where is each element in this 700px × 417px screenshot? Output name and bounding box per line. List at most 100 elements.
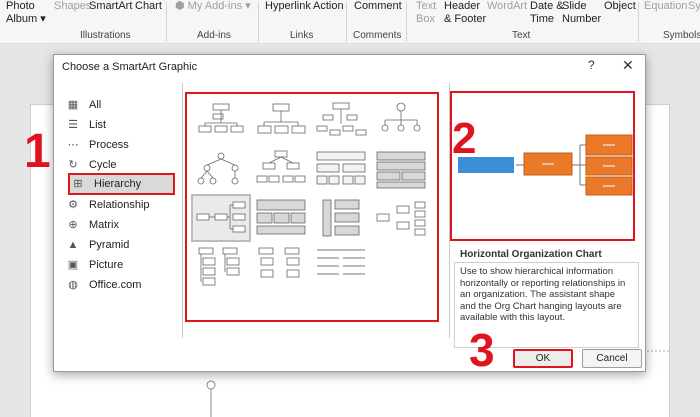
cancel-button[interactable]: Cancel: [582, 349, 642, 368]
ribbon-separator: [166, 2, 167, 42]
category-label: All: [89, 99, 102, 111]
header-footer-button[interactable]: Header & Footer: [444, 0, 486, 26]
layout-hierarchy-list[interactable]: [193, 244, 249, 288]
category-process[interactable]: ⋯ Process: [65, 135, 175, 155]
group-symbols: Symbols: [663, 30, 700, 41]
category-picture[interactable]: ▣ Picture: [65, 255, 175, 275]
label: Chart: [135, 0, 162, 12]
layout-horizontal-hierarchy[interactable]: [373, 196, 429, 240]
process-icon: ⋯: [67, 139, 79, 151]
layout-vertical-hierarchy[interactable]: [313, 196, 369, 240]
layout-table-list[interactable]: [253, 196, 309, 240]
dialog-title: Choose a SmartArt Graphic: [62, 61, 198, 73]
category-hierarchy[interactable]: ⊞ Hierarchy: [68, 173, 175, 195]
category-label: Hierarchy: [94, 178, 142, 190]
symbol-button[interactable]: Sy: [688, 0, 700, 13]
circle-hierarchy-thumbnail: [381, 102, 421, 132]
list-icon: ☰: [68, 119, 78, 131]
layout-organization-chart[interactable]: [193, 100, 249, 144]
category-label: Relationship: [89, 199, 150, 211]
layout-labeled-hierarchy[interactable]: [253, 148, 309, 192]
comment-button[interactable]: Comment: [354, 0, 402, 13]
layout-horizontal-org-chart[interactable]: [191, 194, 251, 242]
layout-gallery: [185, 92, 439, 322]
matrix-icon: ⊕: [68, 219, 78, 231]
ok-button[interactable]: OK: [513, 349, 573, 368]
label: Object: [604, 0, 636, 12]
layout-hierarchy[interactable]: [193, 148, 249, 192]
group-links: Links: [290, 30, 314, 41]
all-icon: ▦: [67, 99, 79, 111]
chart-button[interactable]: Chart: [135, 0, 162, 13]
ribbon-separator: [406, 2, 407, 42]
hierarchy-icon: ⊞: [73, 178, 83, 190]
label: Date & Time: [530, 0, 564, 25]
category-label: Picture: [89, 259, 124, 271]
layout-lined-list[interactable]: [253, 244, 309, 288]
shapes-button[interactable]: Shapes: [54, 0, 91, 13]
object-button[interactable]: Object: [604, 0, 636, 13]
group-text: Text: [512, 30, 531, 41]
help-icon[interactable]: ?: [588, 58, 595, 72]
category-list-item[interactable]: ☰ List: [65, 115, 175, 135]
step-3-marker: 3: [469, 324, 495, 376]
my-addins-button[interactable]: ⬢ My Add-ins ▾: [175, 0, 251, 13]
label: Header & Footer: [444, 0, 487, 25]
hierarchy-list-thumbnail: [198, 247, 240, 286]
text-box-button[interactable]: Text Box: [416, 0, 436, 26]
category-relationship[interactable]: ⚙ Relationship: [65, 195, 175, 215]
group-illustrations: Illustrations: [80, 30, 131, 41]
group-addins: Add-ins: [197, 30, 231, 41]
close-icon[interactable]: ✕: [622, 57, 634, 74]
smartart-dialog: Choose a SmartArt Graphic ? ✕ ▦ All ☰ List…: [53, 54, 646, 372]
category-label: Process: [89, 139, 129, 151]
table-hierarchy-thumbnail: [316, 151, 366, 185]
category-list: ▦ All ☰ List ⋯ Process ↻ Cycle ⊞ Hierarchy ⚙ R…: [65, 93, 190, 333]
vertical-hierarchy-thumbnail: [322, 199, 360, 237]
category-all[interactable]: ▦ All: [65, 95, 175, 115]
label: My Add-ins ▾: [187, 0, 251, 12]
date-time-button[interactable]: Date & Time: [530, 0, 564, 26]
label: Comment: [354, 0, 402, 12]
preview-pane: Horizontal Organization Chart Use to sho…: [449, 83, 641, 348]
pyramid-icon: ▲: [67, 239, 79, 251]
layout-table-hierarchy[interactable]: [313, 148, 369, 192]
addins-icon: ⬢: [175, 0, 188, 12]
smartart-button[interactable]: SmartArt: [89, 0, 132, 13]
ribbon-separator: [346, 2, 347, 42]
divider: [182, 83, 183, 338]
label: Photo Album ▾: [6, 0, 46, 25]
layout-half-circle-org-chart[interactable]: [313, 100, 369, 144]
org-chart-thumbnail: [198, 103, 244, 133]
category-label: List: [89, 119, 107, 131]
label: Shapes: [54, 0, 92, 12]
layout-circle-picture-hierarchy[interactable]: [373, 100, 429, 144]
category-label: Matrix: [89, 219, 119, 231]
layout-architecture-layout[interactable]: [373, 148, 429, 192]
label: Sy: [688, 0, 700, 12]
layout-list-hierarchy[interactable]: [313, 244, 369, 288]
equation-button[interactable]: Equation: [644, 0, 687, 13]
photo-album-button[interactable]: Photo Album ▾: [6, 0, 46, 26]
half-circle-org-thumbnail: [316, 102, 367, 136]
category-pyramid[interactable]: ▲ Pyramid: [65, 235, 175, 255]
category-matrix[interactable]: ⊕ Matrix: [65, 215, 175, 235]
layout-preview: [450, 91, 635, 241]
layout-name: Horizontal Organization Chart: [460, 249, 602, 260]
group-comments: Comments: [353, 30, 402, 41]
architecture-thumbnail: [376, 151, 426, 189]
category-office-com[interactable]: ◍ Office.com: [65, 275, 175, 295]
layout-name-title-org-chart[interactable]: [253, 100, 309, 144]
cycle-icon: ↻: [68, 159, 78, 171]
action-button[interactable]: Action: [313, 0, 344, 13]
ribbon-separator: [638, 2, 639, 42]
lined-list-thumbnail: [258, 247, 300, 278]
slide-number-button[interactable]: Slide Number: [562, 0, 601, 26]
label: Action: [313, 0, 344, 12]
globe-icon: ◍: [68, 279, 78, 291]
hyperlink-button[interactable]: Hyperlink: [265, 0, 311, 13]
category-label: Office.com: [89, 279, 142, 291]
wordart-button[interactable]: WordArt: [487, 0, 527, 13]
category-cycle[interactable]: ↻ Cycle: [65, 155, 175, 175]
label: WordArt: [487, 0, 528, 12]
